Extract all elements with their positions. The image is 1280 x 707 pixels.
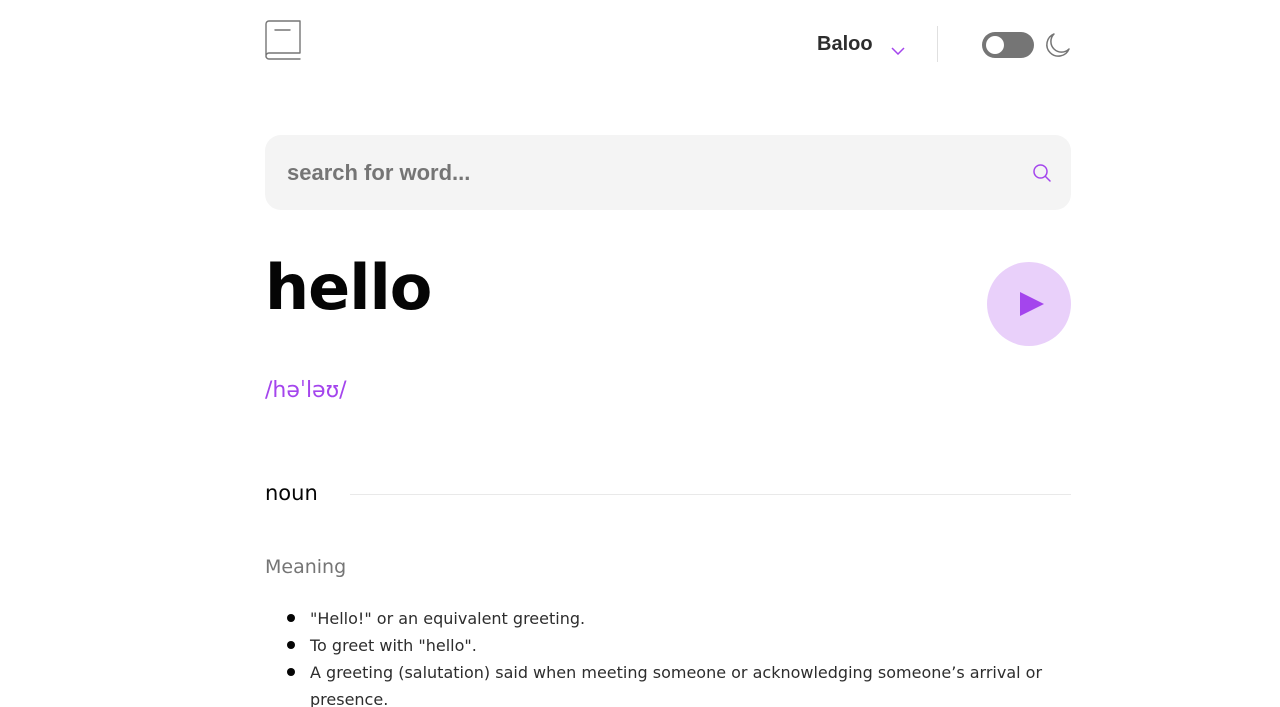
part-of-speech: noun	[265, 481, 318, 505]
dictionary-page: Baloo search for word... hello /həˈləʊ/ …	[0, 0, 1280, 707]
theme-toggle[interactable]	[982, 32, 1034, 58]
word-title: hello	[265, 251, 432, 324]
part-of-speech-row: noun	[265, 478, 1071, 508]
search-icon[interactable]	[1033, 164, 1051, 182]
definition-item: To greet with "hello".	[285, 632, 1071, 659]
play-pronunciation-button[interactable]	[987, 262, 1071, 346]
header: Baloo	[265, 18, 1071, 66]
font-family-selected: Baloo	[817, 32, 873, 55]
play-icon	[1020, 292, 1044, 316]
theme-toggle-knob	[986, 36, 1004, 54]
chevron-down-icon	[891, 40, 905, 56]
definition-item: "Hello!" or an equivalent greeting.	[285, 605, 1071, 632]
definition-list: "Hello!" or an equivalent greeting. To g…	[285, 605, 1071, 707]
font-family-dropdown[interactable]: Baloo	[817, 26, 905, 62]
search-bar	[265, 135, 1071, 210]
book-icon[interactable]	[265, 20, 301, 60]
definition-item: A greeting (salutation) said when meetin…	[285, 659, 1071, 707]
header-divider	[937, 26, 938, 62]
section-divider	[350, 494, 1071, 495]
search-input[interactable]	[287, 135, 1007, 210]
meaning-label: Meaning	[265, 556, 347, 578]
phonetic-text: /həˈləʊ/	[265, 378, 347, 403]
moon-icon	[1045, 32, 1071, 58]
